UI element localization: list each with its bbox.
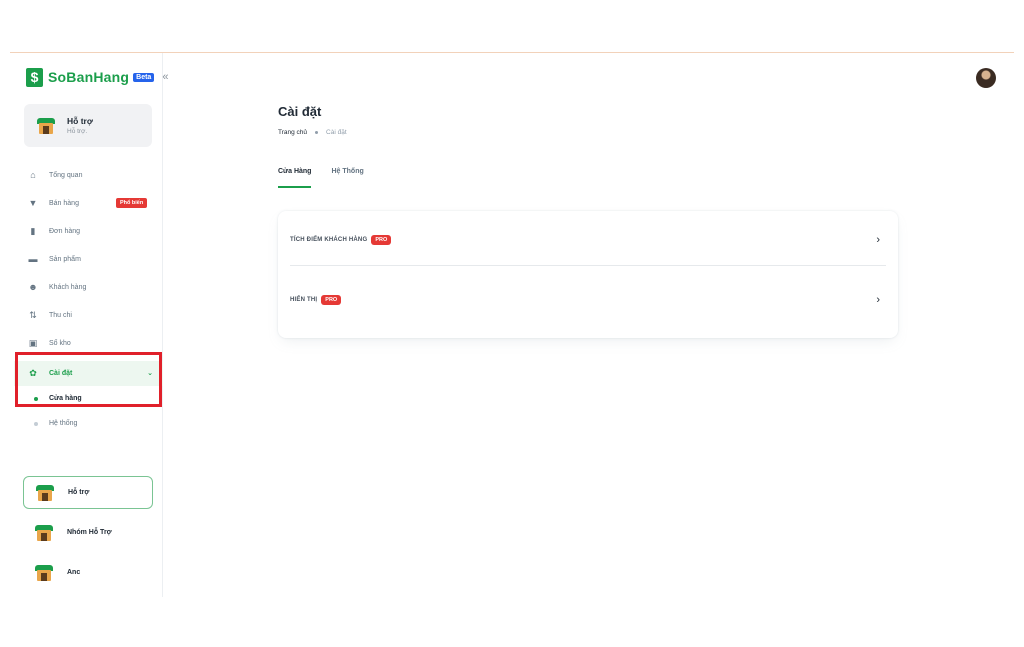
nav-item-label: Cài đặt xyxy=(49,370,73,377)
store-name: Hỗ trợ xyxy=(68,489,90,496)
subnav-item-cua-hang[interactable]: Cửa hàng xyxy=(14,386,163,411)
chevron-down-icon: ⌄ xyxy=(147,370,153,377)
store-avatar-icon xyxy=(35,564,53,581)
store-item[interactable]: Hỗ trợ xyxy=(23,476,153,509)
store-avatar-icon xyxy=(36,484,54,501)
breadcrumb-current: Cài đặt xyxy=(326,129,347,136)
brand[interactable]: $ SoBanHang Beta « xyxy=(26,67,168,87)
nav-item-label: Tổng quan xyxy=(49,171,83,179)
user-avatar[interactable] xyxy=(976,68,996,88)
tab-cua-hang[interactable]: Cửa Hàng xyxy=(278,168,312,188)
breadcrumb-home-link[interactable]: Trang chủ xyxy=(278,129,307,136)
account-subtitle: Hỗ trợ. xyxy=(67,128,88,135)
nav-item-khach-hang[interactable]: ☻ Khách hàng xyxy=(14,273,163,301)
settings-row-label: TÍCH ĐIỂM KHÁCH HÀNG xyxy=(290,236,368,243)
chevron-right-icon: › xyxy=(876,294,880,306)
chevron-right-icon: › xyxy=(876,233,880,246)
account-card[interactable]: Hỗ trợ Hỗ trợ. xyxy=(24,104,152,147)
store-item[interactable]: Nhóm Hỗ Trợ xyxy=(23,516,153,549)
sidebar: $ SoBanHang Beta « Hỗ trợ Hỗ trợ. ⌂ Tổng… xyxy=(14,53,168,597)
settings-card: TÍCH ĐIỂM KHÁCH HÀNG PRO › HIỂN THỊ PRO … xyxy=(278,211,898,338)
store-avatar-icon xyxy=(35,524,53,541)
box-icon: ▬ xyxy=(28,254,38,264)
page-title: Cài đặt xyxy=(278,104,322,119)
bullet-dot-icon xyxy=(34,396,38,401)
nav-item-tong-quan[interactable]: ⌂ Tổng quan xyxy=(14,161,163,189)
users-icon: ☻ xyxy=(28,282,38,292)
nav-item-so-kho[interactable]: ▣ Sổ kho xyxy=(14,329,163,357)
nav-item-thu-chi[interactable]: ⇅ Thu chi xyxy=(14,301,163,329)
subnav-item-label: Hệ thống xyxy=(49,420,78,427)
nav-item-label: Đơn hàng xyxy=(49,227,81,235)
warehouse-icon: ▣ xyxy=(28,337,38,348)
gear-icon: ✿ xyxy=(29,368,37,378)
nav-item-don-hang[interactable]: ▮ Đơn hàng xyxy=(14,217,163,245)
nav-item-label: Sản phẩm xyxy=(49,255,81,263)
cart-icon: ▼ xyxy=(28,198,38,208)
main-nav: ⌂ Tổng quan ▼ Bán hàng Phổ biến ▮ Đơn hà… xyxy=(14,161,163,436)
store-list: Hỗ trợ Nhóm Hỗ Trợ Anc xyxy=(23,476,153,596)
transfer-icon: ⇅ xyxy=(29,309,37,320)
settings-row-display[interactable]: HIỂN THỊ PRO › xyxy=(290,274,886,326)
settings-row-label: HIỂN THỊ xyxy=(290,297,318,303)
tab-he-thong[interactable]: Hệ Thống xyxy=(331,168,363,188)
nav-item-label: Sổ kho xyxy=(49,339,71,347)
nav-item-ban-hang[interactable]: ▼ Bán hàng Phổ biến xyxy=(14,189,163,217)
document-icon: ▮ xyxy=(30,225,36,236)
store-avatar-icon xyxy=(37,117,55,134)
store-name: Nhóm Hỗ Trợ xyxy=(67,529,112,536)
popular-badge: Phổ biến xyxy=(116,198,148,208)
nav-item-san-pham[interactable]: ▬ Sản phẩm xyxy=(14,245,163,273)
collapse-sidebar-icon[interactable]: « xyxy=(162,71,168,83)
settings-row-loyalty-points[interactable]: TÍCH ĐIỂM KHÁCH HÀNG PRO › xyxy=(290,214,886,266)
settings-tabs: Cửa Hàng Hệ Thống xyxy=(278,168,384,188)
beta-badge: Beta xyxy=(133,72,155,82)
subnav-item-label: Cửa hàng xyxy=(49,395,82,402)
pro-badge: PRO xyxy=(321,295,342,305)
bullet-dot-icon xyxy=(34,421,38,426)
nav-item-label: Thu chi xyxy=(49,311,72,319)
brand-name: SoBanHang xyxy=(48,69,130,85)
pro-badge: PRO xyxy=(371,234,392,245)
nav-item-label: Khách hàng xyxy=(49,283,87,291)
dollar-logo-icon: $ xyxy=(26,67,43,87)
account-name: Hỗ trợ xyxy=(67,116,93,126)
breadcrumb: Trang chủ Cài đặt xyxy=(278,129,347,136)
store-item[interactable]: Anc xyxy=(23,556,153,589)
subnav-item-he-thong[interactable]: Hệ thống xyxy=(14,411,163,436)
store-name: Anc xyxy=(67,569,81,576)
nav-item-label: Bán hàng xyxy=(49,199,79,207)
nav-item-cai-dat[interactable]: ✿ Cài đặt ⌄ xyxy=(14,361,163,386)
breadcrumb-separator xyxy=(315,131,319,134)
home-icon: ⌂ xyxy=(30,170,36,180)
